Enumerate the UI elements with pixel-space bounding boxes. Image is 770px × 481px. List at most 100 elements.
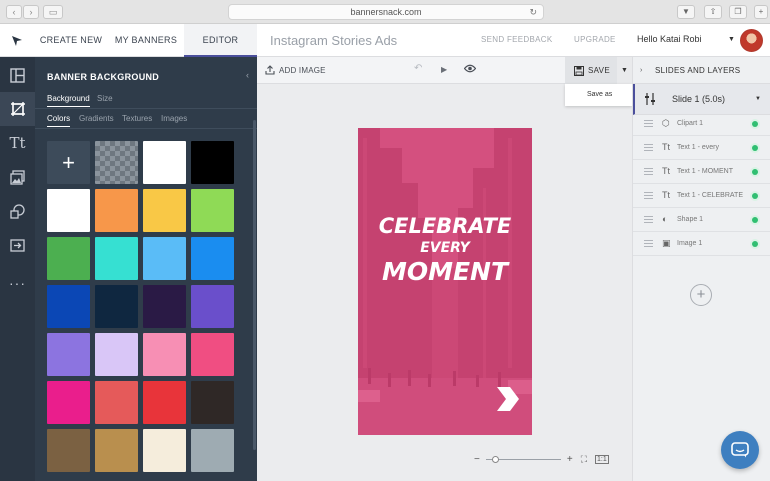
embed-tool-icon[interactable] (0, 228, 35, 262)
address-bar[interactable]: bannersnack.com ↻ (228, 4, 544, 20)
slides-and-layers-header[interactable]: › SLIDES AND LAYERS (633, 57, 770, 84)
layer-row[interactable]: Tt Text 1 - every (633, 136, 770, 160)
image-tool-icon[interactable] (0, 160, 35, 194)
add-image-button[interactable]: ADD IMAGE (265, 65, 326, 75)
color-swatch[interactable] (47, 381, 90, 424)
subtab-textures[interactable]: Textures (122, 114, 152, 123)
visibility-toggle-icon[interactable] (752, 169, 758, 175)
color-swatch[interactable] (95, 189, 138, 232)
user-greeting[interactable]: Hello Katai Robi (637, 24, 702, 57)
share-icon[interactable]: ⇧ (704, 5, 722, 19)
color-swatch[interactable] (95, 285, 138, 328)
send-feedback-link[interactable]: SEND FEEDBACK (481, 24, 552, 57)
browser-forward-button[interactable]: › (23, 5, 39, 19)
chevron-down-icon[interactable]: ▼ (755, 84, 761, 115)
panel-scrollbar[interactable] (253, 120, 256, 450)
drag-handle-icon[interactable] (644, 144, 653, 151)
subtab-gradients[interactable]: Gradients (79, 114, 114, 123)
visibility-toggle-icon[interactable] (752, 193, 758, 199)
layer-row[interactable]: ◐ Shape 1 (633, 208, 770, 232)
bannersnack-logo[interactable] (0, 24, 34, 57)
text-tool-icon[interactable]: Tt (0, 126, 35, 160)
color-swatch[interactable] (143, 381, 186, 424)
tab-size[interactable]: Size (97, 94, 113, 103)
tab-background[interactable]: Background (47, 94, 90, 107)
subtab-images[interactable]: Images (161, 114, 187, 123)
tab-editor[interactable]: EDITOR (184, 24, 257, 57)
color-swatch[interactable] (191, 189, 234, 232)
save-button[interactable]: SAVE (565, 57, 617, 84)
color-swatch[interactable] (47, 237, 90, 280)
visibility-toggle-icon[interactable] (752, 121, 758, 127)
browser-back-button[interactable]: ‹ (6, 5, 22, 19)
preview-eye-icon[interactable] (463, 64, 477, 76)
document-title[interactable]: Instagram Stories Ads (270, 24, 397, 57)
play-icon[interactable]: ▶ (441, 65, 447, 74)
zoom-in-icon[interactable]: + (567, 454, 573, 465)
drag-handle-icon[interactable] (644, 192, 653, 199)
undo-icon[interactable]: ↶ (414, 63, 422, 74)
color-swatch[interactable] (143, 429, 186, 472)
chevron-right-icon[interactable]: › (640, 57, 643, 84)
color-swatch[interactable] (143, 333, 186, 376)
download-icon[interactable]: ▼ (677, 5, 695, 19)
new-tab-icon[interactable]: + (754, 5, 768, 19)
color-swatch[interactable] (95, 237, 138, 280)
color-swatch[interactable] (191, 237, 234, 280)
color-swatch[interactable] (95, 429, 138, 472)
add-slide-button[interactable]: + (690, 284, 712, 306)
avatar[interactable] (740, 29, 763, 52)
visibility-toggle-icon[interactable] (752, 217, 758, 223)
color-swatch[interactable] (191, 141, 234, 184)
banner-text-celebrate[interactable]: CELEBRATE (379, 214, 512, 238)
color-swatch[interactable] (95, 381, 138, 424)
banner-text-every[interactable]: EVERY (420, 240, 471, 256)
color-swatch[interactable] (191, 429, 234, 472)
tabs-icon[interactable]: ❐ (729, 5, 747, 19)
transparent-swatch[interactable] (95, 141, 138, 184)
zoom-slider[interactable] (485, 455, 561, 463)
color-swatch[interactable] (47, 285, 90, 328)
zoom-slider-handle[interactable] (491, 455, 499, 463)
layer-row[interactable]: Tt Text 1 - MOMENT (633, 160, 770, 184)
visibility-toggle-icon[interactable] (752, 145, 758, 151)
banner-text-moment[interactable]: MOMENT (382, 257, 510, 286)
banner-preview[interactable]: CELEBRATE EVERY MOMENT (358, 128, 532, 435)
chevron-left-icon[interactable]: ‹ (246, 70, 249, 80)
layout-icon[interactable] (0, 58, 35, 92)
layer-row[interactable]: Tt Text 1 - CELEBRATE (633, 184, 770, 208)
color-swatch[interactable] (191, 285, 234, 328)
color-swatch[interactable] (47, 333, 90, 376)
slide-row[interactable]: Slide 1 (5.0s) ▼ (633, 84, 770, 115)
fullscreen-icon[interactable]: ⛶ (581, 454, 587, 465)
drag-handle-icon[interactable] (644, 216, 653, 223)
tab-create-new[interactable]: CREATE NEW (34, 24, 108, 57)
visibility-toggle-icon[interactable] (752, 241, 758, 247)
more-tools-icon[interactable]: ··· (0, 266, 35, 300)
color-swatch[interactable] (47, 429, 90, 472)
save-options-chevron-icon[interactable]: ▼ (617, 57, 632, 84)
color-swatch[interactable] (95, 333, 138, 376)
actual-size-icon[interactable]: 1:1 (595, 454, 609, 464)
background-icon[interactable] (0, 92, 35, 126)
tab-my-banners[interactable]: MY BANNERS (108, 24, 184, 57)
color-swatch[interactable] (191, 333, 234, 376)
drag-handle-icon[interactable] (644, 120, 653, 127)
slide-settings-icon[interactable] (644, 93, 656, 105)
color-swatch[interactable] (143, 189, 186, 232)
chat-support-button[interactable] (721, 431, 759, 469)
drag-handle-icon[interactable] (644, 240, 653, 247)
layer-row[interactable]: ▣ Image 1 (633, 232, 770, 256)
sidebar-toggle-icon[interactable]: ▭ (43, 5, 63, 19)
color-swatch[interactable] (143, 141, 186, 184)
save-as-menu-item[interactable]: Save as (565, 84, 632, 106)
shapes-tool-icon[interactable] (0, 194, 35, 228)
chevron-down-icon[interactable]: ▼ (728, 36, 735, 43)
color-swatch[interactable] (47, 189, 90, 232)
layer-row[interactable]: ⬡ Clipart 1 (633, 112, 770, 136)
subtab-colors[interactable]: Colors (47, 114, 71, 127)
add-color-button[interactable]: + (47, 141, 90, 184)
reload-icon[interactable]: ↻ (529, 5, 537, 19)
zoom-out-icon[interactable]: − (474, 454, 480, 465)
color-swatch[interactable] (143, 285, 186, 328)
